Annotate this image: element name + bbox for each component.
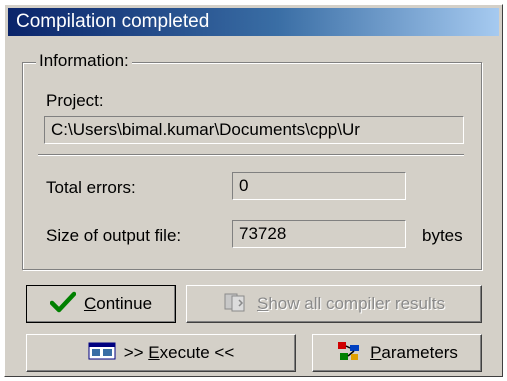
separator xyxy=(38,154,464,156)
title-bar[interactable]: Compilation completed xyxy=(8,8,499,36)
execute-label: >> Execute << xyxy=(123,343,235,362)
project-path-field: C:\Users\bimal.kumar\Documents\cpp\Ur xyxy=(44,116,464,144)
information-group-label: Information: xyxy=(36,50,132,72)
output-size-field: 73728 xyxy=(232,220,406,248)
show-all-compiler-results-label: Show all compiler results xyxy=(256,294,446,313)
execute-button[interactable]: >> Execute << xyxy=(26,334,296,372)
show-all-compiler-results-button[interactable]: Show all compiler results xyxy=(186,285,482,323)
documents-icon xyxy=(223,292,249,317)
parameters-label: Parameters xyxy=(370,343,458,362)
run-window-icon xyxy=(88,341,116,366)
window-title: Compilation completed xyxy=(16,11,210,32)
bytes-unit-label: bytes xyxy=(422,226,463,245)
parameters-button[interactable]: Parameters xyxy=(312,334,482,372)
total-errors-field: 0 xyxy=(232,172,406,200)
checkmark-icon xyxy=(49,291,77,318)
project-label: Project: xyxy=(46,91,104,110)
continue-button[interactable]: Continue xyxy=(26,285,176,323)
parameters-icon xyxy=(336,340,362,367)
total-errors-label: Total errors: xyxy=(46,178,136,197)
output-size-label: Size of output file: xyxy=(46,226,182,245)
continue-label: Continue xyxy=(83,294,153,313)
